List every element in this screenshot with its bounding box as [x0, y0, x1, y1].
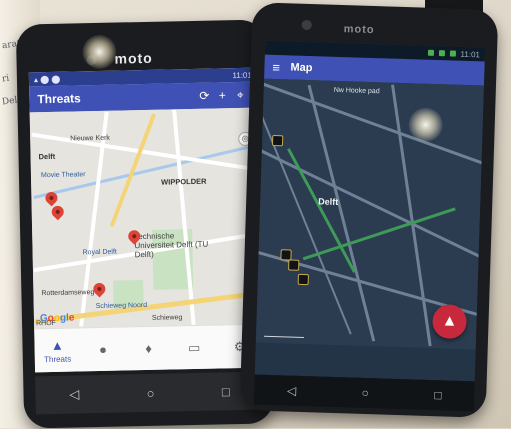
left-phone: moto ▴ ⬤ ⬤ 11:01 Threats ⟳ + ⌖ Nieuwe Ke… [15, 19, 275, 429]
system-navigation: ◁ ○ □ [35, 371, 264, 415]
status-time: 11:01 [232, 70, 252, 80]
tab-alerts[interactable]: ● [80, 327, 127, 372]
threat-marker[interactable] [297, 273, 309, 286]
light-glare [82, 34, 117, 70]
recents-icon[interactable]: □ [222, 384, 230, 399]
home-icon[interactable]: ○ [147, 385, 155, 400]
recents-icon[interactable]: □ [434, 388, 442, 402]
alert-circle-icon: ● [98, 341, 108, 357]
map-label: Delft [38, 151, 56, 162]
tab-threats[interactable]: ▲ Threats [34, 328, 81, 372]
map-label: Technische Universiteit Delft (TU Delft) [134, 231, 209, 260]
page-title: Map [290, 61, 313, 75]
threat-marker[interactable] [288, 259, 300, 271]
left-screen: ▴ ⬤ ⬤ 11:01 Threats ⟳ + ⌖ Nieuwe Kerk De… [28, 67, 264, 373]
map-label: Nw Hooke pad [333, 86, 380, 96]
tab-messages[interactable]: ▭ [171, 326, 218, 371]
notification-icon [449, 50, 456, 57]
hamburger-menu-icon[interactable]: ≡ [272, 59, 290, 75]
dark-map[interactable]: Nw Hooke pad Delft ▲ [255, 78, 484, 350]
phone-brand-logo: moto [114, 49, 153, 67]
notification-icon [427, 49, 434, 56]
bottom-navigation: ▲ Threats ● ♦ ▭ ⚙ [34, 323, 264, 373]
home-icon[interactable]: ○ [361, 386, 369, 400]
map-label: Schieweg [151, 314, 183, 322]
tab-notifications[interactable]: ♦ [125, 326, 172, 371]
tab-label: Threats [43, 354, 72, 364]
threat-map[interactable]: Nieuwe Kerk Delft Movie Theater WIPPOLDE… [29, 107, 263, 329]
notification-icon [438, 50, 445, 57]
map-label: Movie Theater [40, 171, 86, 180]
map-label: Royal Delft [82, 248, 117, 257]
map-label: Schieweg Noord [95, 301, 148, 311]
back-icon[interactable]: ◁ [69, 386, 79, 402]
threat-marker[interactable] [280, 249, 292, 261]
map-label: Rotterdamseweg [41, 289, 95, 298]
map-label: Nieuwe Kerk [70, 134, 110, 143]
back-icon[interactable]: ◁ [287, 384, 297, 398]
message-icon: ▭ [187, 339, 201, 356]
phone-brand-logo: moto [343, 23, 375, 37]
map-scale [263, 335, 304, 339]
location-icon[interactable]: ⌖ [231, 87, 249, 102]
page-title: Threats [37, 91, 81, 107]
report-threat-button[interactable]: ▲ [432, 304, 468, 340]
bell-icon: ♦ [145, 340, 153, 357]
refresh-icon[interactable]: ⟳ [195, 89, 213, 103]
warning-triangle-icon: ▲ [50, 337, 64, 353]
right-phone: moto 11:01 ≡ Map Nw Hooke pad Delft ▲ ◁ … [239, 2, 499, 418]
front-camera [301, 19, 312, 31]
map-label: WIPPOLDER [161, 176, 207, 187]
threat-marker[interactable] [271, 134, 284, 147]
notification-icons: ▴ ⬤ ⬤ [33, 74, 61, 84]
status-time: 11:01 [460, 49, 481, 59]
map-label: Delft [318, 196, 339, 208]
google-logo: Google [39, 312, 75, 325]
add-icon[interactable]: + [213, 88, 231, 102]
system-navigation: ◁ ○ □ [253, 374, 475, 412]
right-screen: 11:01 ≡ Map Nw Hooke pad Delft ▲ [254, 40, 486, 382]
